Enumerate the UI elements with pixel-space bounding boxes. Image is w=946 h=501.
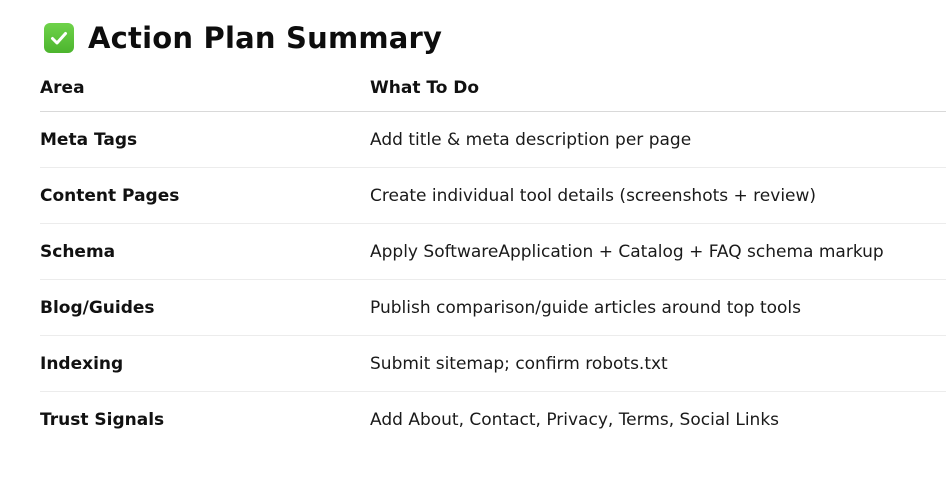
table-row: Schema Apply SoftwareApplication + Catal… (40, 224, 946, 280)
check-mark-button-icon (44, 23, 74, 53)
todo-cell: Add About, Contact, Privacy, Terms, Soci… (370, 409, 780, 430)
page-title: Action Plan Summary (88, 21, 443, 55)
table-row: Blog/Guides Publish comparison/guide art… (40, 280, 946, 336)
todo-cell: Submit sitemap; confirm robots.txt (370, 353, 668, 374)
area-cell: Trust Signals (40, 409, 165, 430)
todo-cell: Add title & meta description per page (370, 129, 692, 150)
table-row: Indexing Submit sitemap; confirm robots.… (40, 336, 946, 392)
area-cell: Schema (40, 241, 116, 262)
action-plan-table: Area What To Do Meta Tags Add title & me… (40, 64, 946, 447)
todo-cell: Apply SoftwareApplication + Catalog + FA… (370, 241, 884, 262)
area-cell: Meta Tags (40, 129, 138, 150)
table-row: Trust Signals Add About, Contact, Privac… (40, 392, 946, 447)
column-header-area: Area (40, 77, 85, 98)
area-cell: Indexing (40, 353, 124, 374)
table-row: Meta Tags Add title & meta description p… (40, 112, 946, 168)
todo-cell: Create individual tool details (screensh… (370, 185, 817, 206)
column-header-what-to-do: What To Do (370, 77, 480, 98)
table-header-row: Area What To Do (40, 64, 946, 112)
table-row: Content Pages Create individual tool det… (40, 168, 946, 224)
area-cell: Content Pages (40, 185, 180, 206)
todo-cell: Publish comparison/guide articles around… (370, 297, 802, 318)
section-heading: Action Plan Summary (44, 18, 442, 58)
area-cell: Blog/Guides (40, 297, 155, 318)
